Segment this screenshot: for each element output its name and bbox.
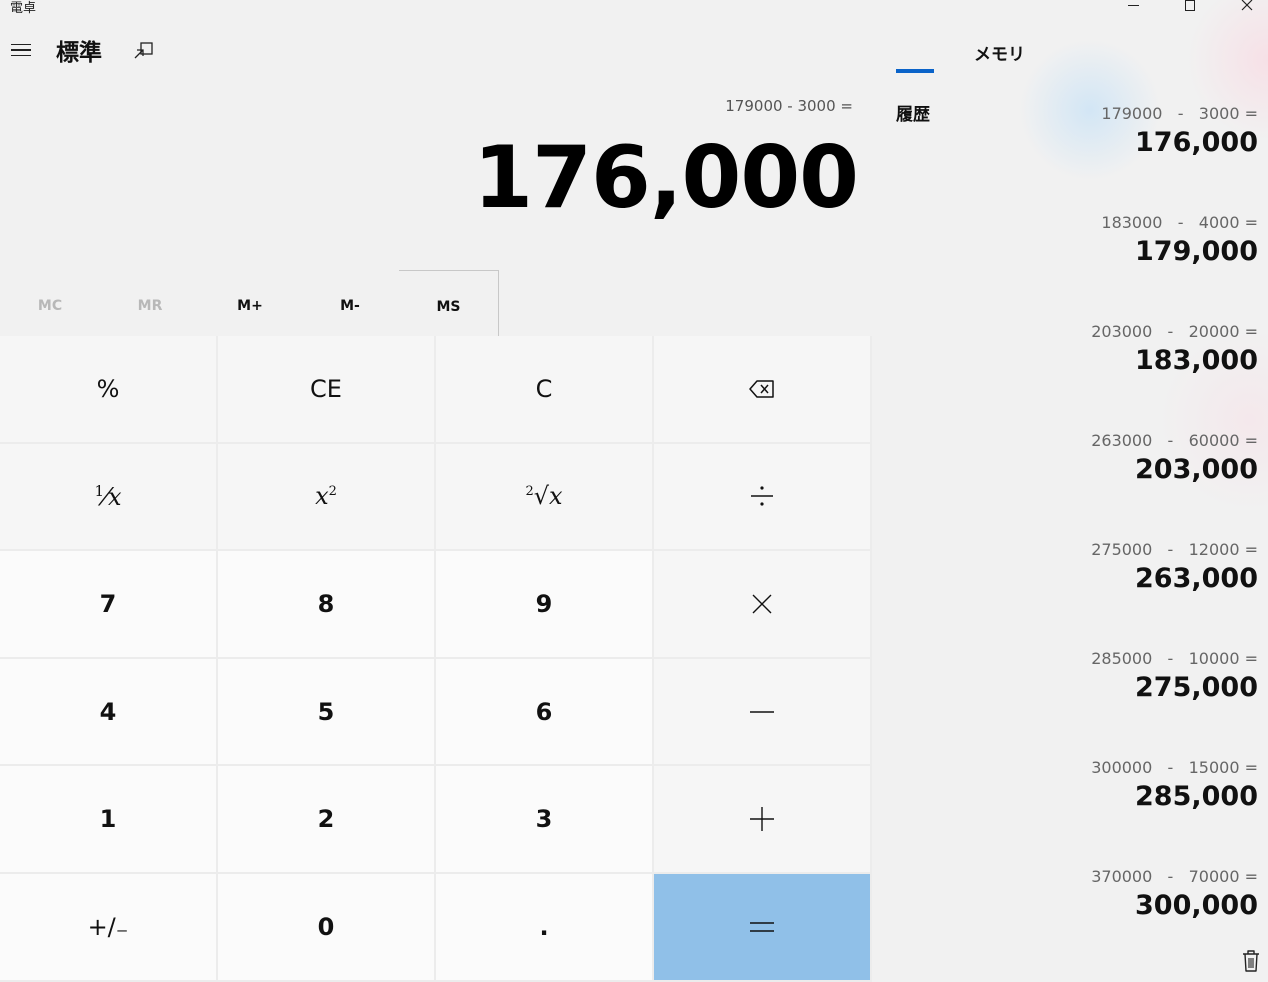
- reciprocal-numerator: 1: [94, 481, 104, 500]
- history-item[interactable]: 300000 - 15000 = 285,000: [998, 758, 1258, 812]
- tab-memory[interactable]: メモリ: [974, 40, 1025, 65]
- memory-add-button[interactable]: M+: [200, 270, 300, 336]
- history-item[interactable]: 285000 - 10000 = 275,000: [998, 649, 1258, 703]
- history-result: 263,000: [1135, 563, 1258, 594]
- divide-icon: [751, 486, 773, 506]
- memory-subtract-button[interactable]: M-: [300, 270, 400, 336]
- digit-4-button[interactable]: 4: [0, 658, 218, 767]
- root-index: 2: [525, 484, 534, 500]
- close-button[interactable]: [1230, 0, 1264, 14]
- backspace-icon: [749, 380, 774, 398]
- history-result: 176,000: [1135, 127, 1258, 158]
- multiply-icon: [752, 594, 772, 614]
- history-result: 300,000: [1135, 890, 1258, 921]
- history-result: 179,000: [1135, 236, 1258, 267]
- memory-row: MC MR M+ M- MS: [0, 270, 500, 336]
- root-base: x: [549, 482, 563, 511]
- minimize-icon: [1127, 4, 1139, 6]
- history-result: 183,000: [1135, 345, 1258, 376]
- reciprocal-button[interactable]: 1⁄x: [0, 443, 218, 552]
- title-bar: 電卓: [0, 0, 1268, 16]
- decimal-button[interactable]: .: [436, 873, 654, 982]
- app-title: 電卓: [10, 1, 37, 16]
- square-base: x: [315, 482, 329, 511]
- history-item[interactable]: 370000 - 70000 = 300,000: [998, 867, 1258, 921]
- equals-icon: [750, 922, 774, 932]
- digit-2-button[interactable]: 2: [218, 766, 436, 874]
- backspace-button[interactable]: [654, 336, 872, 444]
- percent-button[interactable]: %: [0, 336, 218, 444]
- digit-0-button[interactable]: 0: [218, 873, 436, 982]
- hamburger-icon[interactable]: [10, 42, 32, 58]
- maximize-button[interactable]: [1173, 0, 1207, 14]
- history-item[interactable]: 183000 - 4000 = 179,000: [998, 213, 1258, 267]
- equals-button[interactable]: [654, 873, 872, 982]
- memory-store-button[interactable]: MS: [399, 270, 499, 336]
- mode-title: 標準: [56, 40, 102, 66]
- clear-entry-button[interactable]: CE: [218, 336, 436, 444]
- digit-9-button[interactable]: 9: [436, 551, 654, 659]
- digit-3-button[interactable]: 3: [436, 766, 654, 874]
- digit-1-button[interactable]: 1: [0, 766, 218, 874]
- divide-button[interactable]: [654, 443, 872, 552]
- digit-7-button[interactable]: 7: [0, 551, 218, 659]
- maximize-icon: [1185, 0, 1195, 11]
- keypad: % CE C 1⁄x x2 2√x 7 8 9 4 5 6 1 2 3 +/₋ …: [0, 336, 874, 982]
- minimize-button[interactable]: [1116, 0, 1150, 14]
- negate-button[interactable]: +/₋: [0, 873, 218, 982]
- memory-recall-button[interactable]: MR: [100, 270, 200, 336]
- digit-5-button[interactable]: 5: [218, 658, 436, 767]
- square-root-button[interactable]: 2√x: [436, 443, 654, 552]
- result-display: 176,000: [473, 128, 859, 228]
- digit-8-button[interactable]: 8: [218, 551, 436, 659]
- add-button[interactable]: [654, 766, 872, 874]
- reciprocal-denominator: x: [108, 482, 122, 511]
- memory-clear-button[interactable]: MC: [0, 270, 100, 336]
- history-result: 285,000: [1135, 781, 1258, 812]
- history-item[interactable]: 275000 - 12000 = 263,000: [998, 540, 1258, 594]
- square-button[interactable]: x2: [218, 443, 436, 552]
- subtract-button[interactable]: [654, 658, 872, 767]
- close-icon: [1241, 0, 1253, 11]
- square-exponent: 2: [328, 484, 337, 500]
- digit-6-button[interactable]: 6: [436, 658, 654, 767]
- tab-selected-indicator: [896, 69, 934, 73]
- history-item[interactable]: 179000 - 3000 = 176,000: [998, 104, 1258, 158]
- history-item[interactable]: 263000 - 60000 = 203,000: [998, 431, 1258, 485]
- expression-display: 179000 - 3000 =: [725, 97, 853, 115]
- history-item[interactable]: 203000 - 20000 = 183,000: [998, 322, 1258, 376]
- trash-icon[interactable]: [1241, 949, 1261, 973]
- plus-icon: [750, 807, 774, 832]
- multiply-button[interactable]: [654, 551, 872, 659]
- history-result: 203,000: [1135, 454, 1258, 485]
- history-result: 275,000: [1135, 672, 1258, 703]
- clear-button[interactable]: C: [436, 336, 654, 444]
- minus-icon: [750, 710, 774, 713]
- keep-on-top-icon[interactable]: [134, 41, 154, 59]
